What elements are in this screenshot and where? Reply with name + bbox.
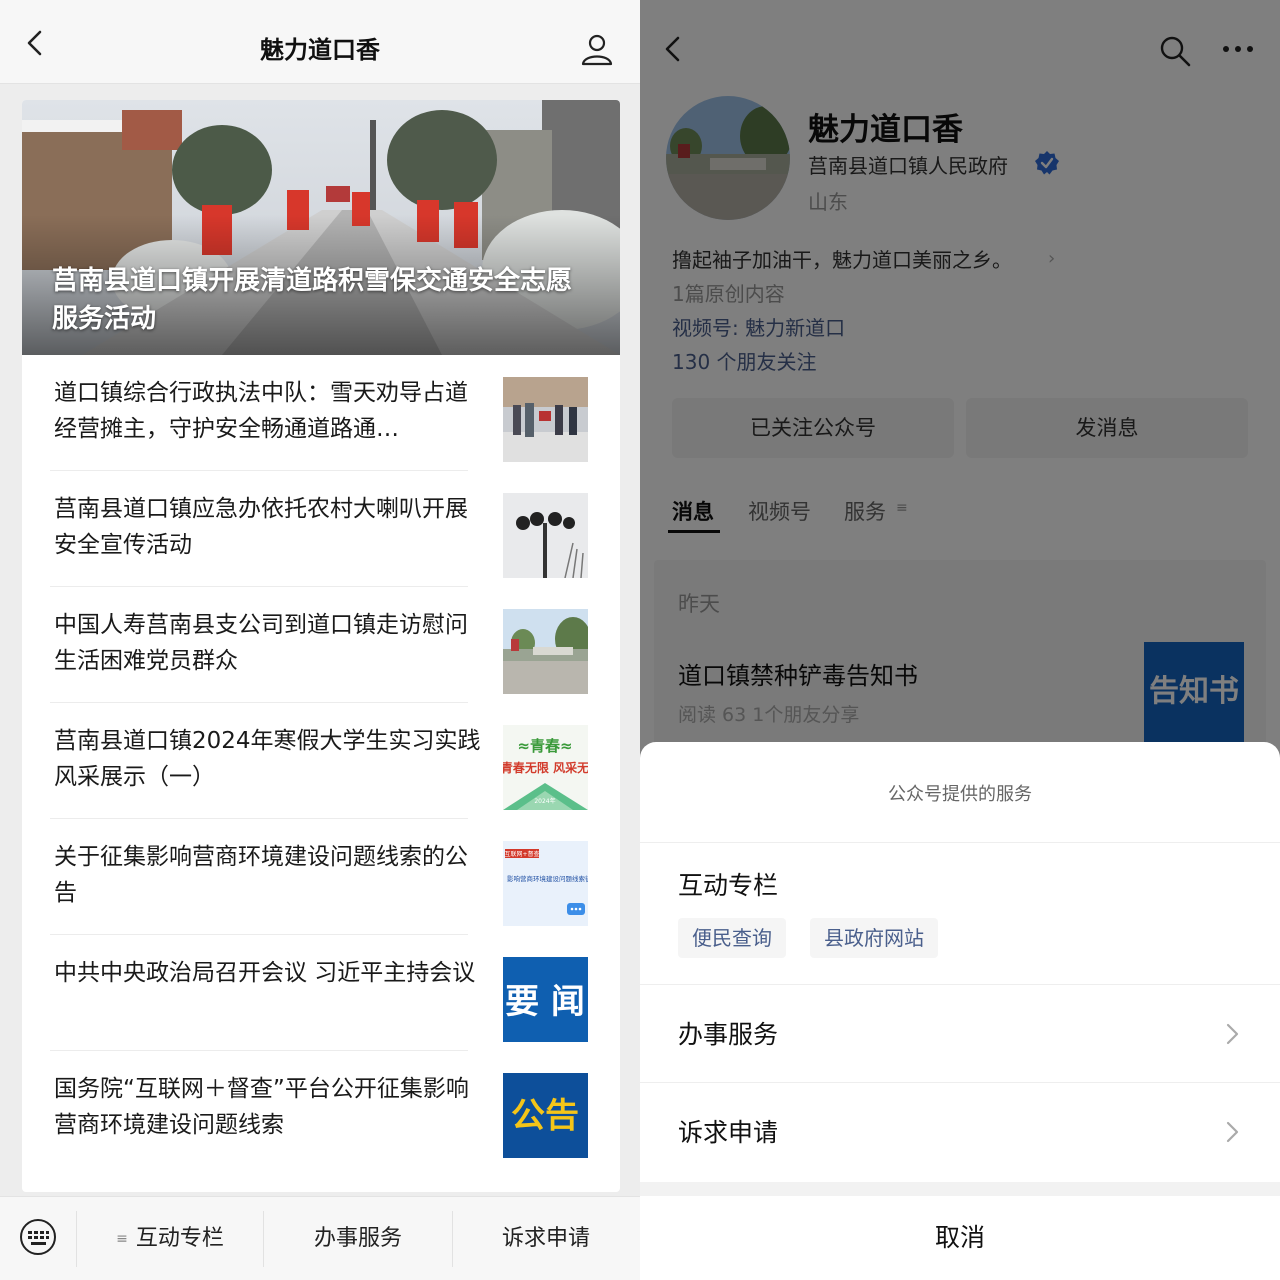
menu-appeal[interactable]: 诉求申请: [453, 1197, 639, 1280]
svg-text:公告: 公告: [511, 1096, 579, 1136]
article-item[interactable]: 国务院“互联网＋督查”平台公开征集影响营商环境建设问题线索 公告: [22, 1051, 620, 1167]
village-gate-photo-thumbnail: [503, 609, 588, 694]
article-title: 中共中央政治局召开会议 习近平主持会议: [54, 960, 476, 986]
article-item[interactable]: 中国人寿莒南县支公司到道口镇走访慰问生活困难党员群众: [22, 587, 620, 703]
svg-text:互联网+督查: 互联网+督查: [504, 850, 539, 858]
article-item[interactable]: 莒南县道口镇2024年寒假大学生实习实践风采展示（一） ≈青春≈ 青春无限 风采…: [22, 703, 620, 819]
article-item[interactable]: 中共中央政治局召开会议 习近平主持会议 要 闻: [22, 935, 620, 1051]
menu-label: 互动专栏: [135, 1226, 224, 1251]
row-label: 办事服务: [678, 1020, 779, 1049]
article-title: 国务院“互联网＋督查”平台公开征集影响营商环境建设问题线索: [54, 1076, 469, 1138]
divider: [640, 1182, 1280, 1196]
blue-notice-thumbnail: 互联网+督查 影响营商环境建设问题线索征集: [503, 841, 588, 926]
account-home-pane: 魅力道口香 莒南县道口镇开展清道路积雪保交通安全志愿服务活动 道口镇综合行政执法…: [0, 0, 640, 1280]
article-title: 莒南县道口镇2024年寒假大学生实习实践风采展示（一）: [54, 728, 481, 790]
svg-text:影响营商环境建设问题线索征集: 影响营商环境建设问题线索征集: [507, 874, 588, 883]
menu-list-icon: ≡: [116, 1231, 128, 1247]
bottom-menu-bar: ≡ 互动专栏 办事服务 诉求申请: [0, 1196, 640, 1280]
article-title: 道口镇综合行政执法中队：雪天劝导占道经营摊主，守护安全畅通道路通…: [54, 380, 468, 442]
svg-text:要 闻: 要 闻: [505, 982, 585, 1022]
account-profile-pane: 魅力道口香 莒南县道口镇人民政府 山东 撸起袖子加油干，魅力道口美丽之乡。 › …: [640, 0, 1280, 1280]
menu-interactive-column[interactable]: ≡ 互动专栏: [77, 1197, 263, 1280]
services-action-sheet: 公众号提供的服务 互动专栏 便民查询 县政府网站 办事服务 诉求申请 取消: [640, 742, 1280, 1280]
article-item[interactable]: 莒南县道口镇应急办依托农村大喇叭开展安全宣传活动: [22, 471, 620, 587]
chevron-right-icon: [1226, 1121, 1239, 1143]
menu-services[interactable]: 办事服务: [264, 1197, 452, 1280]
page-title: 魅力道口香: [260, 36, 380, 64]
article-title: 关于征集影响营商环境建设问题线索的公告: [54, 844, 468, 906]
article-item[interactable]: 道口镇综合行政执法中队：雪天劝导占道经营摊主，守护安全畅通道路通…: [22, 355, 620, 471]
sheet-title: 公众号提供的服务: [888, 784, 1032, 805]
svg-text:2024年: 2024年: [534, 797, 555, 805]
article-item[interactable]: 关于征集影响营商环境建设问题线索的公告 互联网+督查 影响营商环境建设问题线索征…: [22, 819, 620, 935]
user-profile-icon[interactable]: [580, 32, 614, 66]
chip-public-query[interactable]: 便民查询: [678, 918, 786, 958]
row-label: 诉求申请: [678, 1118, 779, 1147]
chevron-right-icon: [1226, 1023, 1239, 1045]
section-title-interactive: 互动专栏: [678, 871, 779, 900]
svg-text:青春无限 风采无: 青春无限 风采无: [503, 760, 588, 775]
top-bar: 魅力道口香: [0, 0, 640, 84]
cancel-button[interactable]: 取消: [640, 1196, 1280, 1280]
notice-tile-thumbnail: 公告: [503, 1073, 588, 1158]
street-people-photo-thumbnail: [503, 377, 588, 462]
chip-county-website[interactable]: 县政府网站: [810, 918, 938, 958]
article-title: 中国人寿莒南县支公司到道口镇走访慰问生活困难党员群众: [54, 612, 468, 674]
divider: [640, 842, 1280, 843]
article-title: 莒南县道口镇应急办依托农村大喇叭开展安全宣传活动: [54, 496, 468, 558]
article-list-card: 莒南县道口镇开展清道路积雪保交通安全志愿服务活动 道口镇综合行政执法中队：雪天劝…: [22, 100, 620, 1192]
keyboard-icon[interactable]: [18, 1217, 58, 1257]
row-services[interactable]: 办事服务: [640, 985, 1280, 1083]
green-poster-thumbnail: ≈青春≈ 青春无限 风采无 2024年: [503, 725, 588, 810]
hero-article[interactable]: 莒南县道口镇开展清道路积雪保交通安全志愿服务活动: [22, 100, 620, 355]
row-appeal[interactable]: 诉求申请: [640, 1083, 1280, 1181]
svg-text:≈青春≈: ≈青春≈: [517, 737, 572, 755]
back-arrow-icon[interactable]: [20, 28, 50, 58]
menu-label: 办事服务: [313, 1226, 402, 1251]
news-tile-thumbnail: 要 闻: [503, 957, 588, 1042]
loudspeaker-photo-thumbnail: [503, 493, 588, 578]
menu-label: 诉求申请: [501, 1226, 590, 1251]
hero-title: 莒南县道口镇开展清道路积雪保交通安全志愿服务活动: [52, 266, 573, 334]
